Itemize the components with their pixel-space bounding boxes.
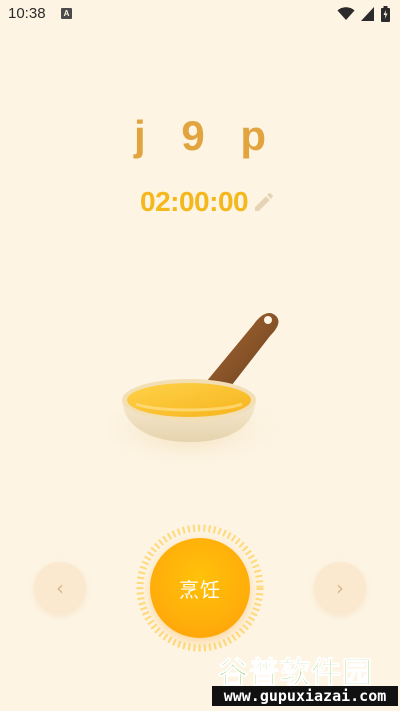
timer-row: 02:00:00	[0, 184, 400, 224]
status-time: 10:38	[8, 5, 46, 22]
battery-icon	[381, 6, 390, 22]
watermark-url: www.gupuxiazai.com	[212, 686, 398, 706]
frying-pan-icon	[90, 313, 290, 472]
timer-value: 02:00:00	[140, 186, 249, 217]
chevron-left-icon: ‹	[56, 576, 64, 600]
chevron-right-icon: ›	[336, 576, 344, 600]
previous-button[interactable]: ‹	[34, 562, 86, 614]
status-icons	[337, 6, 390, 22]
cook-button[interactable]: 烹饪	[150, 538, 250, 638]
signal-icon	[361, 7, 374, 21]
recipe-title: j 9 p	[133, 112, 279, 159]
watermark: 谷普软件园 www.gupuxiazai.com	[212, 648, 398, 708]
cook-button-label: 烹饪	[179, 577, 221, 602]
notification-app-icon: A	[61, 8, 72, 19]
status-bar: 10:38 A	[0, 0, 400, 28]
next-button[interactable]: ›	[314, 562, 366, 614]
wifi-icon	[337, 7, 355, 20]
edit-icon[interactable]	[252, 190, 276, 214]
